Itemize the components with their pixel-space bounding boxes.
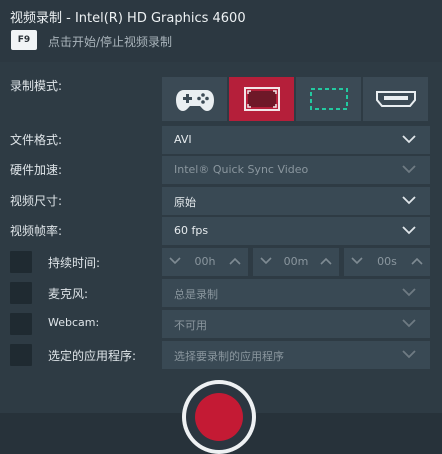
video-size-value: 原始 (174, 196, 196, 209)
video-recording-panel: 视频录制 - Intel(R) HD Graphics 4600 F9 点击开始… (0, 0, 442, 454)
hw-accel-value: Intel® Quick Sync Video (174, 163, 309, 176)
hdmi-icon (375, 91, 416, 107)
microphone-label: 麦克风: (48, 287, 89, 301)
selected-app-checkbox[interactable] (10, 344, 32, 366)
selected-app-dropdown[interactable]: 选择要录制的应用程序 (162, 341, 430, 369)
file-format-value: AVI (174, 133, 192, 146)
webcam-value: 不可用 (174, 319, 207, 332)
hw-accel-label: 硬件加速: (10, 163, 63, 177)
mode-fullscreen-button[interactable] (229, 77, 294, 121)
file-format-label: 文件格式: (10, 133, 63, 147)
duration-label: 持续时间: (48, 256, 101, 270)
record-button[interactable] (182, 380, 256, 454)
hotkey-keycap: F9 (11, 30, 37, 50)
chevron-down-icon (402, 226, 416, 235)
chevron-up-icon[interactable] (229, 256, 241, 266)
chevron-down-icon (402, 319, 416, 328)
selected-app-label: 选定的应用程序: (48, 349, 137, 363)
webcam-checkbox[interactable] (10, 313, 32, 335)
hotkey-hint: 点击开始/停止视频录制 (48, 35, 173, 49)
duration-hours-spinner[interactable]: 00h (162, 248, 248, 276)
chevron-down-icon (402, 350, 416, 359)
video-size-dropdown[interactable]: 原始 (162, 187, 430, 215)
frame-rate-value: 60 fps (174, 224, 209, 237)
mode-game-button[interactable] (162, 77, 227, 121)
chevron-down-icon (402, 196, 416, 205)
chevron-down-icon (402, 135, 416, 144)
webcam-label: Webcam: (48, 316, 100, 329)
panel-title: 视频录制 - Intel(R) HD Graphics 4600 (10, 11, 246, 26)
chevron-up-icon[interactable] (411, 256, 423, 266)
frame-rate-dropdown[interactable]: 60 fps (162, 217, 430, 245)
chevron-up-icon[interactable] (320, 256, 332, 266)
chevron-down-icon (402, 288, 416, 297)
microphone-checkbox[interactable] (10, 282, 32, 304)
region-select-icon (309, 88, 348, 110)
duration-seconds-spinner[interactable]: 00s (344, 248, 430, 276)
file-format-dropdown[interactable]: AVI (162, 126, 430, 154)
fullscreen-icon (243, 87, 280, 111)
mode-region-button[interactable] (296, 77, 361, 121)
microphone-dropdown[interactable]: 总是录制 (162, 279, 430, 307)
microphone-value: 总是录制 (174, 288, 218, 301)
selected-app-value: 选择要录制的应用程序 (174, 350, 284, 363)
header: 视频录制 - Intel(R) HD Graphics 4600 F9 点击开始… (0, 0, 442, 62)
webcam-dropdown[interactable]: 不可用 (162, 310, 430, 338)
frame-rate-label: 视频帧率: (10, 224, 63, 238)
hw-accel-dropdown[interactable]: Intel® Quick Sync Video (162, 156, 430, 184)
duration-checkbox[interactable] (10, 251, 32, 273)
record-button-ring (186, 384, 252, 450)
duration-minutes-spinner[interactable]: 00m (253, 248, 339, 276)
mode-hdmi-button[interactable] (363, 77, 428, 121)
record-icon (195, 393, 243, 441)
chevron-down-icon (402, 165, 416, 174)
gamepad-icon (175, 90, 214, 111)
video-size-label: 视频尺寸: (10, 194, 63, 208)
record-mode-label: 录制模式: (10, 79, 63, 93)
